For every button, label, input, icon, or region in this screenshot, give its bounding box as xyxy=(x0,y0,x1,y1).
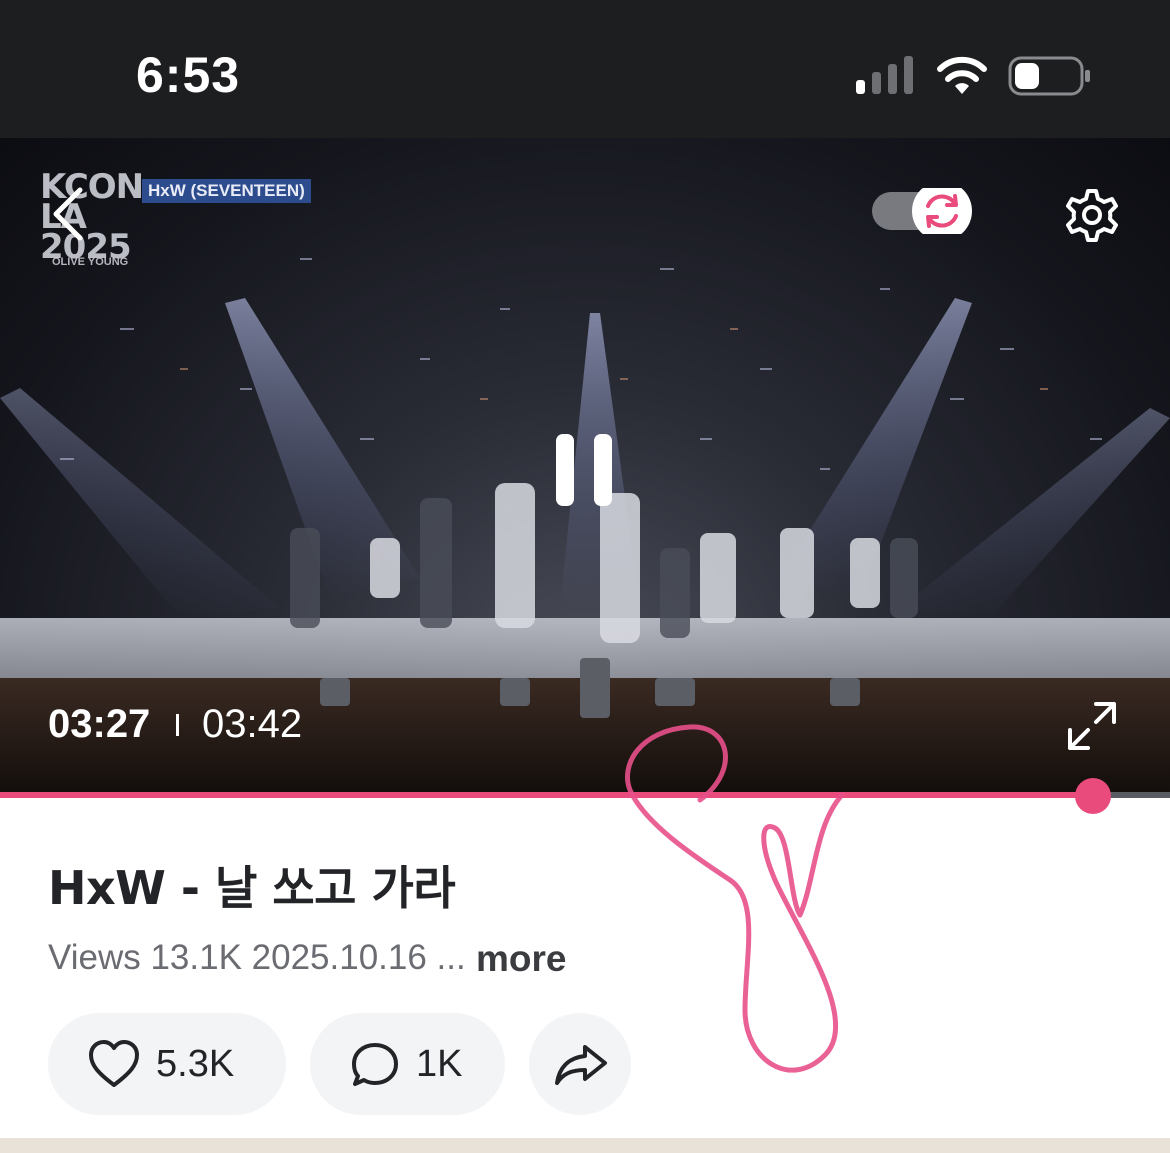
comment-count: 1K xyxy=(416,1043,463,1085)
pause-icon[interactable] xyxy=(550,428,620,518)
battery-icon xyxy=(1008,56,1090,96)
heart-icon xyxy=(89,1040,139,1087)
share-icon xyxy=(555,1045,607,1085)
signal-icon xyxy=(856,56,913,94)
video-title: HxW - 날 쏘고 가라 xyxy=(48,861,456,915)
comment-button[interactable]: 1K xyxy=(310,1013,505,1115)
progress-thumb[interactable] xyxy=(1074,778,1111,814)
video-meta: Views 13.1K 2025.10.16 ... xyxy=(48,938,466,977)
comment-icon xyxy=(352,1043,398,1086)
bottom-divider xyxy=(0,1138,1170,1153)
share-button[interactable] xyxy=(529,1013,631,1115)
like-count: 5.3K xyxy=(156,1043,235,1085)
back-arrow-icon[interactable] xyxy=(48,186,88,242)
sponsor-label: OLIVE YOUNG xyxy=(52,256,129,268)
artist-tag: HxW (SEVENTEEN) xyxy=(142,179,311,203)
wifi-icon xyxy=(937,56,987,94)
status-time: 6:53 xyxy=(136,47,241,103)
like-button[interactable]: 5.3K xyxy=(48,1013,286,1115)
progress-track[interactable] xyxy=(0,792,1170,798)
more-link[interactable]: more xyxy=(476,938,566,980)
video-player[interactable]: KCON LA 2025 OLIVE YOUNG HxW (SEVENTEEN)… xyxy=(0,138,1170,796)
current-time: 03:27 xyxy=(48,702,151,746)
gear-icon[interactable] xyxy=(1060,183,1124,247)
status-bar: 6:53 xyxy=(0,0,1170,138)
time-separator xyxy=(176,714,179,736)
total-time: 03:42 xyxy=(202,702,303,746)
sync-icon[interactable] xyxy=(872,188,972,234)
progress-fill xyxy=(0,792,1093,798)
fullscreen-icon[interactable] xyxy=(1066,700,1118,752)
